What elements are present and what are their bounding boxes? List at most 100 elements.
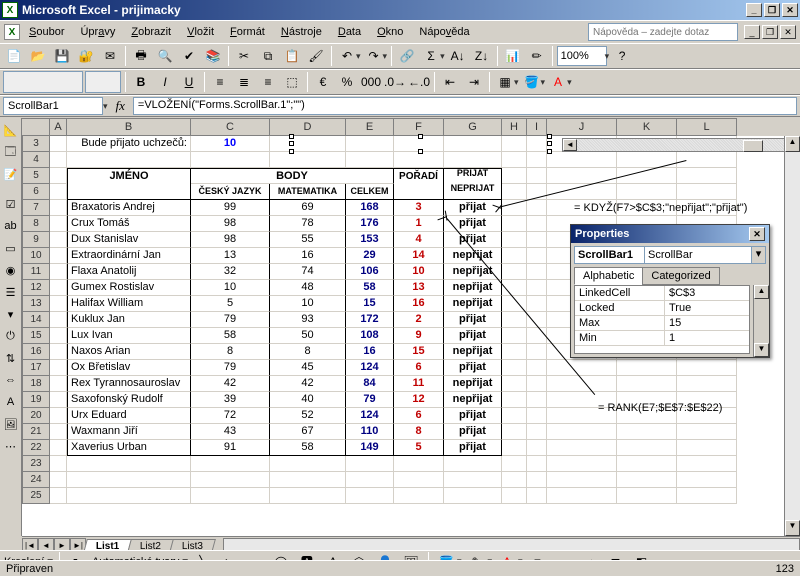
doc-close[interactable]: ✕ [780, 25, 796, 39]
help-button[interactable]: ? [611, 45, 633, 67]
copy-button[interactable]: ⧉ [257, 45, 279, 67]
cell[interactable] [502, 488, 527, 504]
spin-control[interactable]: ⇅ [1, 348, 21, 368]
format-painter-button[interactable]: 🖌 [305, 45, 327, 67]
row-header-6[interactable]: 6 [22, 184, 50, 200]
cell[interactable] [50, 408, 67, 424]
restore-button[interactable]: ❐ [764, 3, 780, 17]
row-header-11[interactable]: 11 [22, 264, 50, 280]
cell[interactable] [502, 248, 527, 264]
row-header-3[interactable]: 3 [22, 136, 50, 152]
cell[interactable] [502, 312, 527, 328]
menu-okno[interactable]: Okno [370, 24, 410, 40]
cell[interactable] [677, 456, 737, 472]
cell[interactable] [50, 312, 67, 328]
cell-name[interactable]: Flaxa Anatolij [67, 264, 191, 280]
cell[interactable] [502, 216, 527, 232]
inc-decimal-button[interactable]: .0→ [384, 71, 406, 93]
cell-name[interactable]: Braxatoris Andrej [67, 200, 191, 216]
cell-name[interactable]: Lux Ivan [67, 328, 191, 344]
cell[interactable] [346, 456, 394, 472]
col-B[interactable]: B [67, 118, 191, 136]
cell[interactable] [547, 472, 617, 488]
col-G[interactable]: G [444, 118, 502, 136]
row-header-5[interactable]: 5 [22, 168, 50, 184]
row-header-13[interactable]: 13 [22, 296, 50, 312]
cell[interactable] [502, 136, 527, 152]
cell[interactable] [50, 440, 67, 456]
currency-button[interactable]: € [312, 71, 334, 93]
cell-name[interactable]: Rex Tyrannosauroslav [67, 376, 191, 392]
cell[interactable] [444, 152, 502, 168]
cell[interactable] [617, 184, 677, 200]
properties-close-button[interactable]: ✕ [749, 227, 765, 241]
minimize-button[interactable]: _ [746, 3, 762, 17]
cell-name[interactable]: Saxofonský Rudolf [67, 392, 191, 408]
design-mode-button[interactable]: 📐 [1, 120, 21, 140]
cell[interactable] [502, 152, 527, 168]
save-button[interactable]: 💾 [51, 45, 73, 67]
scroll-left-arrow[interactable]: ◄ [563, 139, 577, 151]
cell[interactable] [617, 376, 677, 392]
cell[interactable] [527, 248, 547, 264]
cell[interactable] [527, 296, 547, 312]
cell[interactable] [444, 456, 502, 472]
row-header-24[interactable]: 24 [22, 472, 50, 488]
checkbox-control[interactable]: ☑ [1, 194, 21, 214]
cell[interactable] [50, 344, 67, 360]
cell[interactable] [547, 488, 617, 504]
cell[interactable] [346, 488, 394, 504]
cell[interactable] [50, 456, 67, 472]
cell[interactable] [527, 280, 547, 296]
cell[interactable] [50, 296, 67, 312]
indent-inc-button[interactable]: ⇥ [463, 71, 485, 93]
cell[interactable] [527, 168, 547, 184]
redo-button[interactable]: ↷ [363, 45, 385, 67]
cell[interactable] [50, 232, 67, 248]
cell-name[interactable]: Ox Břetislav [67, 360, 191, 376]
menu-data[interactable]: Data [331, 24, 368, 40]
cell[interactable] [677, 488, 737, 504]
cell[interactable] [67, 472, 191, 488]
cell[interactable] [527, 472, 547, 488]
cell[interactable] [270, 472, 346, 488]
cell[interactable] [527, 408, 547, 424]
cell-name[interactable]: Urx Eduard [67, 408, 191, 424]
menu-vlozit[interactable]: Vložit [180, 24, 221, 40]
cell[interactable] [502, 456, 527, 472]
cell-name[interactable]: Halifax William [67, 296, 191, 312]
fill-color-button[interactable]: 🪣 [521, 71, 543, 93]
hdr-body[interactable]: BODY [191, 168, 394, 184]
sort-desc-button[interactable]: Z↓ [471, 45, 493, 67]
cell[interactable] [270, 152, 346, 168]
cell[interactable] [547, 440, 617, 456]
row-header-18[interactable]: 18 [22, 376, 50, 392]
cell[interactable] [527, 488, 547, 504]
cell[interactable] [617, 424, 677, 440]
row-header-22[interactable]: 22 [22, 440, 50, 456]
cell[interactable] [50, 264, 67, 280]
cell[interactable] [527, 200, 547, 216]
row-header-4[interactable]: 4 [22, 152, 50, 168]
row-header-16[interactable]: 16 [22, 344, 50, 360]
borders-button[interactable]: ▦ [494, 71, 516, 93]
properties-panel[interactable]: Properties ✕ ScrollBar1 ScrollBar ▾ Alph… [570, 224, 770, 358]
cell[interactable] [502, 408, 527, 424]
help-search[interactable] [588, 23, 738, 41]
cell[interactable] [50, 184, 67, 200]
cell[interactable] [502, 264, 527, 280]
cell[interactable] [617, 456, 677, 472]
cell[interactable] [502, 184, 527, 200]
merge-button[interactable]: ⬚ [281, 71, 303, 93]
cell[interactable] [617, 472, 677, 488]
cell[interactable] [527, 264, 547, 280]
cell[interactable] [394, 472, 444, 488]
fx-icon[interactable]: fx [112, 98, 129, 114]
row-header-15[interactable]: 15 [22, 328, 50, 344]
cell[interactable] [444, 136, 502, 152]
cell[interactable] [527, 440, 547, 456]
menu-upravy[interactable]: Úpravy [73, 24, 122, 40]
cell-name[interactable]: Waxmann Jiří [67, 424, 191, 440]
select-all-corner[interactable] [22, 118, 50, 136]
cell[interactable] [677, 376, 737, 392]
